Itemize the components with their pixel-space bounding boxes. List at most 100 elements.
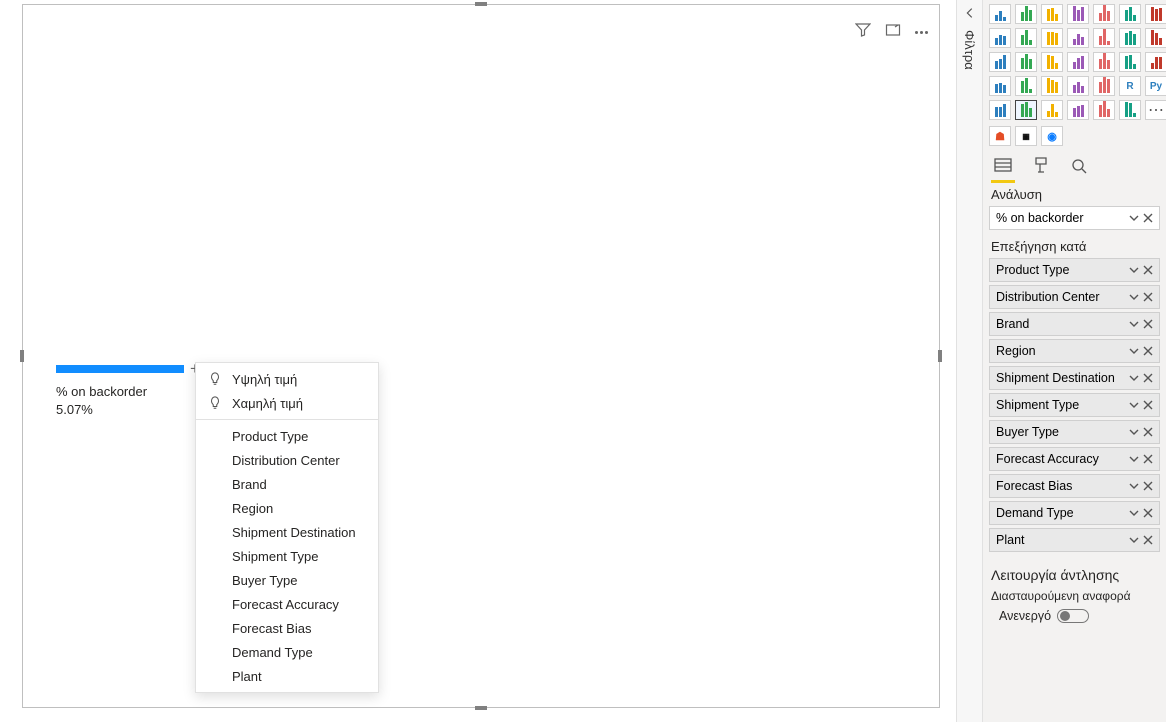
viz-type-icon[interactable] — [1119, 100, 1141, 120]
viz-type-icon[interactable] — [1093, 28, 1115, 48]
ctx-field-item[interactable]: Product Type — [196, 424, 378, 448]
ctx-field-item[interactable]: Demand Type — [196, 640, 378, 664]
remove-icon[interactable] — [1143, 346, 1153, 356]
viz-type-icon[interactable] — [1015, 28, 1037, 48]
appsource-visual-icon[interactable]: ◉ — [1041, 126, 1063, 146]
report-canvas[interactable]: + % on backorder 5.07% Υψηλή τιμή Χαμηλή… — [0, 0, 956, 722]
ctx-field-item[interactable]: Brand — [196, 472, 378, 496]
ctx-field-item[interactable]: Forecast Bias — [196, 616, 378, 640]
viz-type-icon[interactable] — [1041, 52, 1063, 72]
viz-type-icon[interactable] — [1015, 100, 1037, 120]
ctx-field-item[interactable]: Plant — [196, 664, 378, 688]
viz-type-icon[interactable] — [1145, 52, 1166, 72]
chevron-down-icon[interactable] — [1129, 535, 1139, 545]
viz-type-icon[interactable] — [1015, 76, 1037, 96]
chevron-down-icon[interactable] — [1129, 265, 1139, 275]
viz-type-icon[interactable] — [1041, 76, 1063, 96]
chevron-down-icon[interactable] — [1129, 213, 1139, 223]
more-options-icon[interactable] — [915, 31, 928, 34]
viz-type-icon[interactable] — [989, 76, 1011, 96]
chevron-down-icon[interactable] — [1129, 319, 1139, 329]
remove-icon[interactable] — [1143, 535, 1153, 545]
explain-by-chip[interactable]: Forecast Bias — [989, 474, 1160, 498]
viz-type-icon[interactable] — [1015, 52, 1037, 72]
explain-by-chip[interactable]: Shipment Destination — [989, 366, 1160, 390]
viz-type-icon[interactable] — [1067, 52, 1089, 72]
explain-by-chip[interactable]: Forecast Accuracy — [989, 447, 1160, 471]
ctx-high-value[interactable]: Υψηλή τιμή — [196, 367, 378, 391]
viz-type-icon[interactable] — [1067, 100, 1089, 120]
viz-type-icon[interactable] — [1067, 76, 1089, 96]
html5-custom-visual-icon[interactable]: ☗ — [989, 126, 1011, 146]
remove-icon[interactable] — [1143, 508, 1153, 518]
chevron-down-icon[interactable] — [1129, 346, 1139, 356]
viz-type-icon[interactable] — [1093, 52, 1115, 72]
ctx-low-value[interactable]: Χαμηλή τιμή — [196, 391, 378, 415]
ctx-field-item[interactable]: Buyer Type — [196, 568, 378, 592]
viz-type-icon[interactable] — [1067, 4, 1089, 24]
chevron-down-icon[interactable] — [1129, 508, 1139, 518]
filter-icon[interactable] — [855, 22, 871, 43]
viz-type-icon[interactable] — [1093, 76, 1115, 96]
analyze-field-well[interactable]: % on backorder — [989, 206, 1160, 230]
fields-tab-icon[interactable] — [993, 156, 1013, 179]
chevron-down-icon[interactable] — [1129, 373, 1139, 383]
ctx-field-item[interactable]: Forecast Accuracy — [196, 592, 378, 616]
filters-label: Φίλτρα — [962, 30, 977, 70]
viz-type-icon[interactable] — [1119, 28, 1141, 48]
explain-by-chip[interactable]: Demand Type — [989, 501, 1160, 525]
ctx-field-item[interactable]: Region — [196, 496, 378, 520]
viz-type-icon[interactable] — [1067, 28, 1089, 48]
expand-chevron-icon[interactable] — [963, 6, 977, 20]
chevron-down-icon[interactable] — [1129, 454, 1139, 464]
explain-by-chip[interactable]: Buyer Type — [989, 420, 1160, 444]
explain-by-label: Επεξήγηση κατά — [991, 239, 1158, 254]
viz-type-icon[interactable] — [989, 4, 1011, 24]
remove-icon[interactable] — [1143, 481, 1153, 491]
chevron-down-icon[interactable] — [1129, 427, 1139, 437]
viz-type-icon[interactable] — [989, 28, 1011, 48]
focus-mode-icon[interactable] — [885, 22, 901, 43]
explain-by-chip[interactable]: Region — [989, 339, 1160, 363]
remove-icon[interactable] — [1143, 292, 1153, 302]
viz-type-icon[interactable] — [1015, 4, 1037, 24]
explain-by-chip[interactable]: Shipment Type — [989, 393, 1160, 417]
visual-selection-outline — [22, 4, 940, 708]
viz-type-icon[interactable] — [1119, 52, 1141, 72]
remove-icon[interactable] — [1143, 400, 1153, 410]
custom-visual-icon[interactable]: ▦ — [1015, 126, 1037, 146]
explain-by-chip[interactable]: Plant — [989, 528, 1160, 552]
viz-type-icon[interactable] — [1093, 4, 1115, 24]
filters-collapsed-rail[interactable]: Φίλτρα — [956, 0, 982, 722]
viz-type-icon[interactable] — [1145, 4, 1166, 24]
viz-more-icon[interactable]: ⋯ — [1145, 100, 1166, 120]
explain-by-chip[interactable]: Distribution Center — [989, 285, 1160, 309]
ctx-field-item[interactable]: Shipment Type — [196, 544, 378, 568]
viz-type-icon[interactable] — [1093, 100, 1115, 120]
viz-type-icon[interactable] — [1041, 4, 1063, 24]
viz-type-icon[interactable] — [989, 100, 1011, 120]
remove-icon[interactable] — [1143, 427, 1153, 437]
viz-type-icon[interactable] — [989, 52, 1011, 72]
python-visual-icon[interactable]: Py — [1145, 76, 1166, 96]
remove-icon[interactable] — [1143, 213, 1153, 223]
remove-icon[interactable] — [1143, 373, 1153, 383]
viz-type-icon[interactable] — [1119, 4, 1141, 24]
remove-icon[interactable] — [1143, 454, 1153, 464]
remove-icon[interactable] — [1143, 319, 1153, 329]
cross-report-toggle[interactable] — [1057, 609, 1089, 623]
chevron-down-icon[interactable] — [1129, 292, 1139, 302]
analytics-tab-icon[interactable] — [1069, 156, 1089, 179]
chevron-down-icon[interactable] — [1129, 400, 1139, 410]
ctx-field-item[interactable]: Distribution Center — [196, 448, 378, 472]
viz-type-icon[interactable] — [1041, 28, 1063, 48]
viz-type-icon[interactable] — [1145, 28, 1166, 48]
explain-by-chip[interactable]: Product Type — [989, 258, 1160, 282]
viz-type-icon[interactable] — [1041, 100, 1063, 120]
format-tab-icon[interactable] — [1031, 156, 1051, 179]
ctx-field-item[interactable]: Shipment Destination — [196, 520, 378, 544]
explain-by-chip[interactable]: Brand — [989, 312, 1160, 336]
remove-icon[interactable] — [1143, 265, 1153, 275]
r-script-visual-icon[interactable]: R — [1119, 76, 1141, 96]
chevron-down-icon[interactable] — [1129, 481, 1139, 491]
